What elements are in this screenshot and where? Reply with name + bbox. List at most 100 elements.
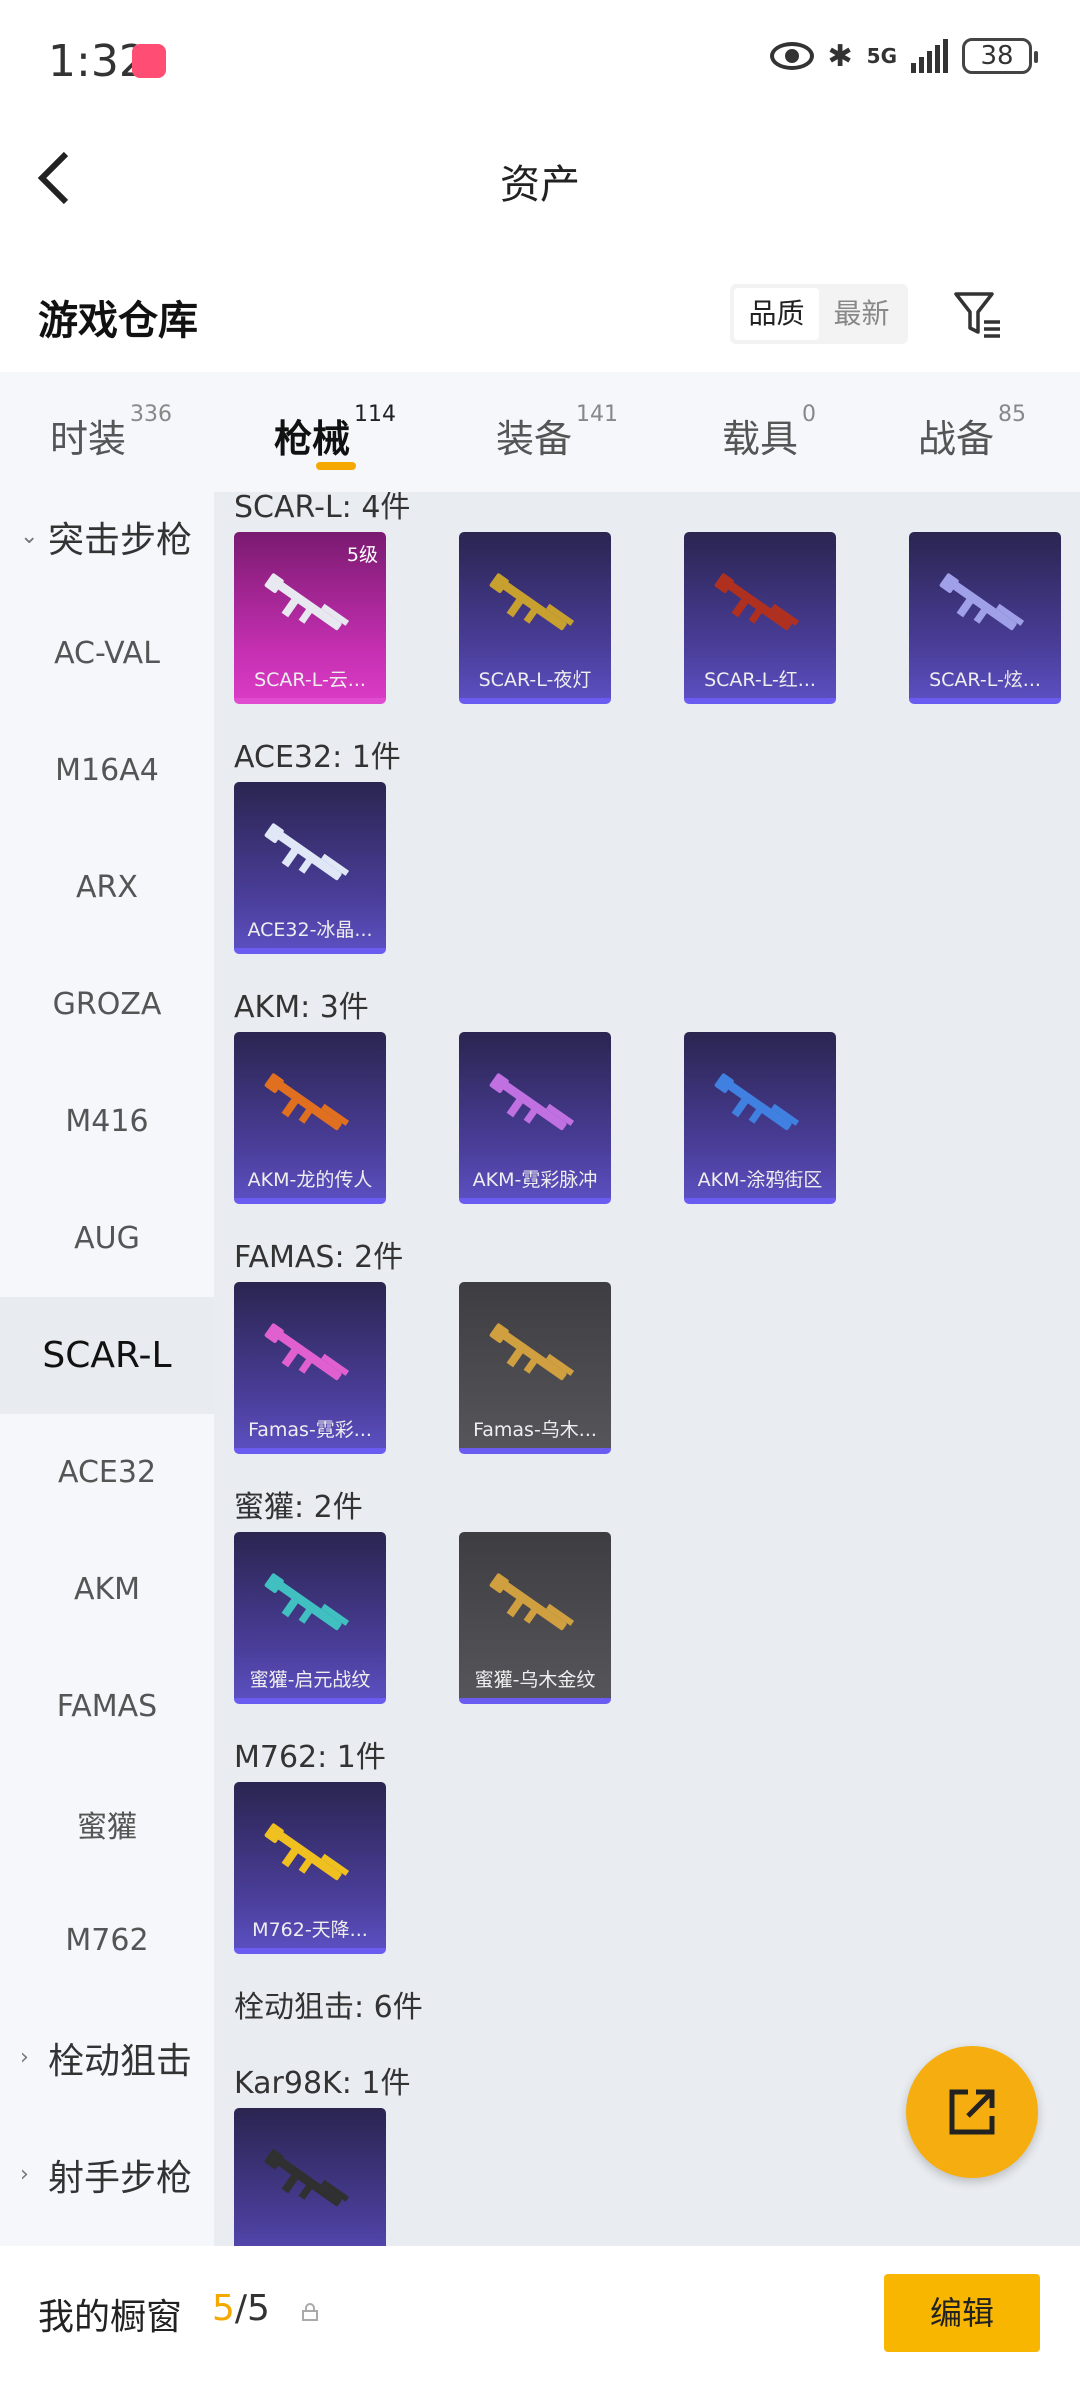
weapon-card[interactable]: ACE32-冰晶... — [234, 782, 386, 954]
sidebar-item[interactable]: M416 — [0, 1063, 214, 1180]
weapon-icon — [489, 1323, 575, 1381]
filter-button[interactable] — [952, 288, 1004, 340]
showcase-count: 5/5 — [212, 2288, 270, 2329]
weapon-name: AKM-龙的传人 — [247, 1169, 373, 1191]
weapon-card[interactable]: SCAR-L-炫... — [909, 532, 1061, 704]
weapon-group-label: SCAR-L: 4件 — [234, 492, 411, 525]
weapon-name: 蜜獾-启元战纹 — [249, 1669, 371, 1691]
active-tab-indicator — [316, 462, 356, 470]
weapon-icon — [489, 1073, 575, 1131]
weapon-sidebar: ⌄ 突击步枪 AC-VAL M16A4 ARX GROZA M416 AUG SCAR-L ACE… — [0, 492, 214, 2246]
weapon-icon — [714, 573, 800, 631]
weapon-icon — [714, 1073, 800, 1131]
chevron-right-icon: › — [20, 2162, 29, 2187]
share-button[interactable] — [906, 2046, 1038, 2178]
weapon-card[interactable]: Famas-霓彩... — [234, 1282, 386, 1454]
showcase-current: 5 — [212, 2288, 235, 2329]
weapon-name: AKM-涂鸦街区 — [697, 1169, 823, 1191]
tab-label: 时装 — [50, 417, 127, 461]
sidebar-item[interactable]: FAMAS — [0, 1648, 214, 1765]
sidebar-group[interactable]: › 射手步枪 — [0, 2116, 214, 2233]
tab-count: 0 — [802, 402, 817, 427]
sidebar-item[interactable]: M762 — [0, 1882, 214, 1999]
tab-equipment[interactable]: 装备141 — [496, 402, 618, 463]
sidebar-item[interactable]: GROZA — [0, 946, 214, 1063]
weapon-card[interactable]: AKM-涂鸦街区 — [684, 1032, 836, 1204]
tab-vehicles[interactable]: 载具0 — [722, 402, 816, 463]
sidebar-item-label: M16A4 — [55, 753, 159, 788]
sidebar-item[interactable]: AKM — [0, 1531, 214, 1648]
edit-button[interactable]: 编辑 — [884, 2274, 1040, 2352]
chevron-down-icon: ⌄ — [20, 524, 39, 549]
weapon-icon — [264, 1823, 350, 1881]
weapon-group-label: 栓动狙击: 6件 — [234, 1990, 423, 2025]
weapon-name: SCAR-L-夜灯 — [478, 669, 592, 691]
battery-icon: 38 — [962, 38, 1038, 74]
sidebar-group[interactable]: › 栓动狙击 — [0, 1999, 214, 2116]
tab-supplies[interactable]: 战备85 — [918, 402, 1026, 463]
sidebar-item-label: ACE32 — [57, 1455, 157, 1490]
weapon-icon — [264, 573, 350, 631]
sidebar-item-label: AKM — [73, 1572, 141, 1607]
weapon-icon — [264, 1323, 350, 1381]
weapon-card[interactable]: 蜜獾-启元战纹 — [234, 1532, 386, 1704]
sidebar-item[interactable]: ARX — [0, 829, 214, 946]
signal-icon — [911, 39, 948, 73]
status-bar: 1:32 ✱ 5G 38 — [0, 0, 1080, 120]
weapon-group-label: FAMAS: 2件 — [234, 1240, 404, 1275]
lock-icon — [302, 2303, 318, 2321]
sidebar-item[interactable]: AUG — [0, 1180, 214, 1297]
weapon-group-label: M762: 1件 — [234, 1740, 386, 1775]
eye-icon — [769, 42, 814, 70]
filter-icon — [954, 292, 1000, 338]
weapon-name: Famas-霓彩... — [248, 1419, 372, 1441]
weapon-icon — [264, 1573, 350, 1631]
weapon-icon — [489, 573, 575, 631]
sidebar-item-label: AC-VAL — [54, 636, 160, 671]
tab-count: 336 — [130, 402, 173, 427]
weapon-card[interactable]: 蜜獾-乌木金纹 — [459, 1532, 611, 1704]
sort-quality[interactable]: 品质 — [734, 288, 819, 340]
sidebar-item-label: M416 — [65, 1104, 149, 1139]
weapon-grid: SCAR-L: 4件 5级 SCAR-L-云... SCAR-L-夜灯 SCAR-L-红… — [214, 492, 1080, 2246]
showcase-bar: 我的橱窗 5/5 编辑 — [0, 2246, 1080, 2381]
share-icon — [949, 2089, 995, 2135]
navigation-bar: 资产 — [0, 120, 1080, 240]
sidebar-item-label: 蜜獾 — [77, 1809, 137, 1845]
weapon-card[interactable]: M762-天降... — [234, 1782, 386, 1954]
sort-newest[interactable]: 最新 — [819, 288, 904, 340]
sidebar-item-label: M762 — [65, 1923, 149, 1958]
weapon-card[interactable]: SCAR-L-夜灯 — [459, 532, 611, 704]
weapon-name: Famas-乌木... — [473, 1419, 597, 1441]
weapon-icon — [939, 573, 1025, 631]
sidebar-item-label: FAMAS — [56, 1689, 158, 1724]
showcase-total: /5 — [234, 2288, 270, 2329]
weapon-card[interactable] — [234, 2108, 386, 2246]
sidebar-item[interactable]: AC-VAL — [0, 595, 214, 712]
app-screen: 1:32 ✱ 5G 38 资产 游戏仓库 品质 最新 时装336 枪械114 装… — [0, 0, 1080, 2381]
sidebar-item[interactable]: 蜜獾 — [0, 1765, 214, 1882]
weapon-card[interactable]: Famas-乌木... — [459, 1282, 611, 1454]
weapon-icon — [264, 1073, 350, 1131]
sidebar-item-label: 栓动狙击 — [48, 2040, 193, 2082]
sidebar-group[interactable]: ⌄ 突击步枪 — [0, 492, 214, 595]
sort-toggle: 品质 最新 — [730, 284, 908, 344]
sidebar-item[interactable]: M16A4 — [0, 712, 214, 829]
weapon-card[interactable]: AKM-龙的传人 — [234, 1032, 386, 1204]
tab-firearms[interactable]: 枪械114 — [274, 402, 396, 463]
section-title: 游戏仓库 — [38, 298, 198, 344]
chevron-right-icon: › — [20, 2045, 29, 2070]
sidebar-item[interactable]: SCAR-L — [0, 1297, 214, 1414]
sidebar-item[interactable]: ACE32 — [0, 1414, 214, 1531]
weapon-name: AKM-霓彩脉冲 — [472, 1169, 598, 1191]
weapon-card[interactable]: SCAR-L-红... — [684, 532, 836, 704]
tab-count: 141 — [576, 402, 619, 427]
tab-count: 85 — [998, 402, 1027, 427]
sidebar-item-label: AUG — [74, 1221, 140, 1256]
sidebar-item-label: SCAR-L — [42, 1335, 172, 1376]
page-title: 资产 — [500, 162, 580, 208]
weapon-group-label: 蜜獾: 2件 — [234, 1490, 363, 1525]
tab-fashion[interactable]: 时装336 — [50, 402, 172, 463]
weapon-card[interactable]: AKM-霓彩脉冲 — [459, 1032, 611, 1204]
weapon-card[interactable]: 5级 SCAR-L-云... — [234, 532, 386, 704]
